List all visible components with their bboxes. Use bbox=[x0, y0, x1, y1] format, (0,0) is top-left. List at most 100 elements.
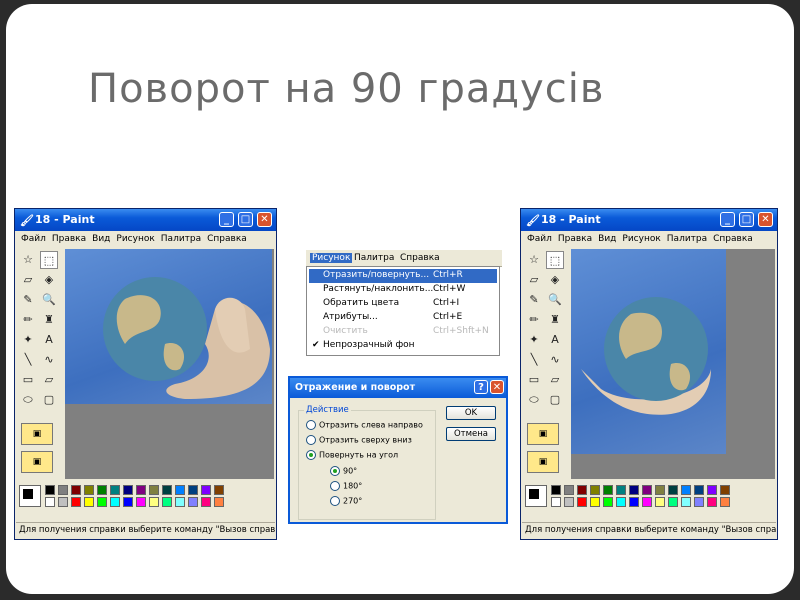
opaque-mode-icon[interactable]: ▣ bbox=[21, 451, 53, 473]
rect-select-icon[interactable]: ⬚ bbox=[40, 251, 58, 269]
palette-color-swatch[interactable] bbox=[45, 497, 55, 507]
palette-color-swatch[interactable] bbox=[123, 497, 133, 507]
menu-file[interactable]: Файл bbox=[21, 234, 46, 244]
radio-rotate[interactable]: Повернуть на угол bbox=[306, 450, 398, 460]
palette-color-swatch[interactable] bbox=[707, 485, 717, 495]
picker-icon[interactable]: ✎ bbox=[525, 291, 543, 309]
palette-color-swatch[interactable] bbox=[149, 497, 159, 507]
menu-palette[interactable]: Палитра bbox=[354, 253, 394, 263]
palette-color-swatch[interactable] bbox=[175, 485, 185, 495]
canvas-area[interactable] bbox=[571, 249, 775, 479]
eraser-icon[interactable]: ▱ bbox=[19, 271, 37, 289]
transparent-mode-icon[interactable]: ▣ bbox=[21, 423, 53, 445]
menu-help[interactable]: Справка bbox=[207, 234, 247, 244]
palette-color-swatch[interactable] bbox=[175, 497, 185, 507]
close-button[interactable]: ✕ bbox=[490, 380, 504, 394]
palette-color-swatch[interactable] bbox=[668, 497, 678, 507]
curve-icon[interactable]: ∿ bbox=[546, 351, 564, 369]
ellipse-icon[interactable]: ⬭ bbox=[19, 391, 37, 409]
close-button[interactable]: ✕ bbox=[758, 212, 773, 227]
palette-color-swatch[interactable] bbox=[110, 497, 120, 507]
palette-color-swatch[interactable] bbox=[71, 497, 81, 507]
menu-item-opaque-background[interactable]: ✔ Непрозрачный фон bbox=[309, 339, 497, 353]
ok-button[interactable]: OK bbox=[446, 406, 496, 420]
menu-help[interactable]: Справка bbox=[713, 234, 753, 244]
brush-icon[interactable]: ♜ bbox=[40, 311, 58, 329]
radio-angle-180[interactable]: 180° bbox=[330, 481, 362, 491]
text-icon[interactable]: A bbox=[40, 331, 58, 349]
palette-color-swatch[interactable] bbox=[642, 485, 652, 495]
menu-item-attributes[interactable]: Атрибуты... Ctrl+E bbox=[309, 311, 497, 325]
palette-color-swatch[interactable] bbox=[84, 497, 94, 507]
menu-file[interactable]: Файл bbox=[527, 234, 552, 244]
menu-image[interactable]: Рисунок bbox=[622, 234, 660, 244]
menu-palette[interactable]: Палитра bbox=[667, 234, 707, 244]
menu-edit[interactable]: Правка bbox=[52, 234, 86, 244]
palette-color-swatch[interactable] bbox=[162, 497, 172, 507]
palette-color-swatch[interactable] bbox=[655, 497, 665, 507]
palette-color-swatch[interactable] bbox=[642, 497, 652, 507]
palette-color-swatch[interactable] bbox=[97, 497, 107, 507]
radio-flip-horizontal[interactable]: Отразить слева направо bbox=[306, 420, 423, 430]
maximize-button[interactable]: □ bbox=[739, 212, 754, 227]
palette-color-swatch[interactable] bbox=[149, 485, 159, 495]
palette-color-swatch[interactable] bbox=[590, 485, 600, 495]
palette-color-swatch[interactable] bbox=[629, 485, 639, 495]
ellipse-icon[interactable]: ⬭ bbox=[525, 391, 543, 409]
close-button[interactable]: ✕ bbox=[257, 212, 272, 227]
menu-palette[interactable]: Палитра bbox=[161, 234, 201, 244]
help-button[interactable]: ? bbox=[474, 380, 488, 394]
palette-color-swatch[interactable] bbox=[603, 497, 613, 507]
pencil-icon[interactable]: ✏ bbox=[19, 311, 37, 329]
opaque-mode-icon[interactable]: ▣ bbox=[527, 451, 559, 473]
palette-color-swatch[interactable] bbox=[214, 497, 224, 507]
palette-color-swatch[interactable] bbox=[71, 485, 81, 495]
transparent-mode-icon[interactable]: ▣ bbox=[527, 423, 559, 445]
curve-icon[interactable]: ∿ bbox=[40, 351, 58, 369]
cancel-button[interactable]: Отмена bbox=[446, 427, 496, 441]
palette-color-swatch[interactable] bbox=[720, 497, 730, 507]
canvas-area[interactable] bbox=[65, 249, 274, 479]
palette-color-swatch[interactable] bbox=[188, 485, 198, 495]
maximize-button[interactable]: □ bbox=[238, 212, 253, 227]
palette-color-swatch[interactable] bbox=[110, 485, 120, 495]
palette-color-swatch[interactable] bbox=[655, 485, 665, 495]
rectangle-icon[interactable]: ▭ bbox=[525, 371, 543, 389]
rectangle-icon[interactable]: ▭ bbox=[19, 371, 37, 389]
rect-select-icon[interactable]: ⬚ bbox=[546, 251, 564, 269]
fill-icon[interactable]: ◈ bbox=[546, 271, 564, 289]
palette-color-swatch[interactable] bbox=[564, 485, 574, 495]
palette-color-swatch[interactable] bbox=[590, 497, 600, 507]
palette-color-swatch[interactable] bbox=[201, 497, 211, 507]
fill-icon[interactable]: ◈ bbox=[40, 271, 58, 289]
radio-angle-270[interactable]: 270° bbox=[330, 496, 362, 506]
palette-color-swatch[interactable] bbox=[629, 497, 639, 507]
palette-color-swatch[interactable] bbox=[45, 485, 55, 495]
menu-image-active[interactable]: Рисунок bbox=[310, 253, 353, 263]
rounded-rect-icon[interactable]: ▢ bbox=[40, 391, 58, 409]
menu-edit[interactable]: Правка bbox=[558, 234, 592, 244]
palette-color-swatch[interactable] bbox=[136, 497, 146, 507]
picker-icon[interactable]: ✎ bbox=[19, 291, 37, 309]
palette-color-swatch[interactable] bbox=[551, 497, 561, 507]
palette-color-swatch[interactable] bbox=[58, 497, 68, 507]
polygon-icon[interactable]: ▱ bbox=[546, 371, 564, 389]
palette-color-swatch[interactable] bbox=[564, 497, 574, 507]
palette-color-swatch[interactable] bbox=[162, 485, 172, 495]
palette-color-swatch[interactable] bbox=[603, 485, 613, 495]
menu-item-stretch-skew[interactable]: Растянуть/наклонить... Ctrl+W bbox=[309, 283, 497, 297]
eraser-icon[interactable]: ▱ bbox=[525, 271, 543, 289]
palette-color-swatch[interactable] bbox=[97, 485, 107, 495]
palette-color-swatch[interactable] bbox=[201, 485, 211, 495]
line-icon[interactable]: ╲ bbox=[19, 351, 37, 369]
airbrush-icon[interactable]: ✦ bbox=[19, 331, 37, 349]
free-select-icon[interactable]: ☆ bbox=[19, 251, 37, 269]
palette-color-swatch[interactable] bbox=[720, 485, 730, 495]
rounded-rect-icon[interactable]: ▢ bbox=[546, 391, 564, 409]
text-icon[interactable]: A bbox=[546, 331, 564, 349]
palette-color-swatch[interactable] bbox=[577, 485, 587, 495]
menu-view[interactable]: Вид bbox=[598, 234, 616, 244]
minimize-button[interactable]: _ bbox=[219, 212, 234, 227]
menu-view[interactable]: Вид bbox=[92, 234, 110, 244]
menu-item-flip-rotate[interactable]: Отразить/повернуть... Ctrl+R bbox=[309, 269, 497, 283]
